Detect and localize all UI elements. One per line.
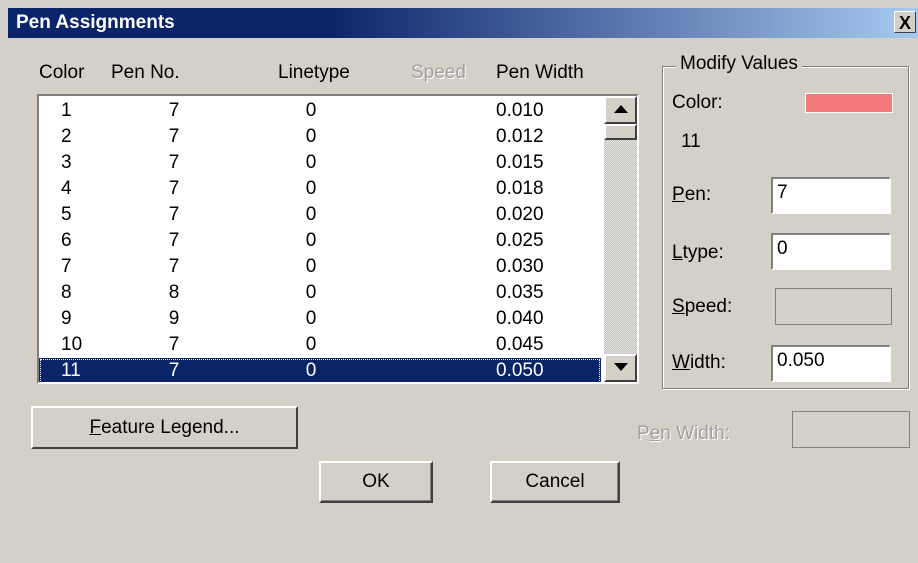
row-linetype-cell: 0: [305, 230, 317, 251]
row-color-cell: 8: [61, 282, 72, 303]
table-row[interactable]: 2 7 0 0.012: [39, 124, 601, 150]
pen-width-label: Pen Width:: [637, 423, 730, 444]
table-row[interactable]: 4 7 0 0.018: [39, 176, 601, 202]
row-linetype-cell: 0: [305, 178, 317, 199]
table-row[interactable]: 7 7 0 0.030: [39, 254, 601, 280]
row-linetype-cell: 0: [305, 256, 317, 277]
row-width-cell: 0.050: [496, 360, 544, 381]
row-width-cell: 0.018: [496, 178, 544, 199]
table-row[interactable]: 8 8 0 0.035: [39, 280, 601, 306]
table-row[interactable]: 6 7 0 0.025: [39, 228, 601, 254]
ok-button[interactable]: OK: [319, 461, 433, 503]
row-linetype-cell: 0: [305, 100, 317, 121]
row-width-cell: 0.020: [496, 204, 544, 225]
row-color-cell: 11: [61, 360, 81, 381]
row-color-cell: 4: [61, 178, 72, 199]
row-pen-cell: 7: [168, 334, 180, 355]
scroll-up-button[interactable]: [604, 96, 637, 124]
row-color-cell: 2: [61, 126, 72, 147]
row-pen-cell: 7: [168, 100, 180, 121]
row-color-cell: 1: [61, 100, 72, 121]
column-header-color: Color: [39, 62, 85, 83]
modify-values-label: Modify Values: [676, 53, 802, 75]
row-width-cell: 0.025: [496, 230, 544, 251]
row-width-cell: 0.012: [496, 126, 544, 147]
color-swatch: [805, 93, 893, 113]
pen-width-field: [792, 411, 910, 448]
column-header-pen-no: Pen No.: [111, 62, 180, 83]
window-title: Pen Assignments: [16, 12, 175, 33]
vertical-scrollbar[interactable]: [604, 96, 637, 382]
table-row[interactable]: 3 7 0 0.015: [39, 150, 601, 176]
column-header-pen-width: Pen Width: [496, 62, 584, 83]
row-color-cell: 10: [61, 334, 83, 355]
row-color-cell: 3: [61, 152, 72, 173]
row-linetype-cell: 0: [305, 126, 317, 147]
row-linetype-cell: 0: [305, 334, 317, 355]
color-value: 11: [681, 131, 701, 152]
table-row[interactable]: 1 7 0 0.010: [39, 98, 601, 124]
row-linetype-cell: 0: [305, 152, 317, 173]
row-color-cell: 7: [61, 256, 72, 277]
row-width-cell: 0.035: [496, 282, 544, 303]
row-pen-cell: 7: [168, 204, 180, 225]
arrow-up-icon: [613, 105, 628, 113]
row-pen-cell: 7: [168, 256, 180, 277]
modify-values-group: [662, 66, 909, 389]
scroll-down-button[interactable]: [604, 354, 637, 382]
row-pen-cell: 8: [168, 282, 180, 303]
column-header-linetype: Linetype: [278, 62, 350, 83]
ltype-label: Ltype:: [672, 242, 724, 263]
pen-label: Pen:: [672, 184, 712, 205]
pen-field[interactable]: 7: [771, 177, 891, 214]
width-label: Width:: [672, 352, 726, 373]
row-width-cell: 0.015: [496, 152, 544, 173]
title-bar[interactable]: Pen Assignments X: [8, 8, 918, 38]
row-linetype-cell: 0: [305, 360, 317, 381]
width-field[interactable]: 0.050: [771, 345, 891, 382]
row-pen-cell: 7: [168, 360, 180, 381]
column-header-speed: Speed: [411, 62, 466, 83]
row-pen-cell: 7: [168, 126, 180, 147]
pen-list[interactable]: 1 7 0 0.010 2 7 0 0.012 3 7 0 0.015 4 7 0 0.018 5 7 0 0.020…: [37, 94, 639, 384]
cancel-button[interactable]: Cancel: [490, 461, 620, 503]
pen-assignments-dialog: Pen Assignments X Color Pen No. Linetype…: [0, 0, 918, 563]
ltype-field[interactable]: 0: [771, 233, 891, 270]
speed-field: [775, 288, 892, 325]
table-row[interactable]: 11 7 0 0.050: [39, 358, 601, 382]
scroll-thumb[interactable]: [604, 124, 637, 140]
speed-label: Speed:: [672, 296, 733, 317]
row-width-cell: 0.030: [496, 256, 544, 277]
table-row[interactable]: 10 7 0 0.045: [39, 332, 601, 358]
feature-legend-button[interactable]: Feature Legend...: [31, 406, 298, 449]
row-width-cell: 0.040: [496, 308, 544, 329]
close-button[interactable]: X: [894, 11, 916, 33]
row-pen-cell: 7: [168, 178, 180, 199]
table-row[interactable]: 9 9 0 0.040: [39, 306, 601, 332]
row-color-cell: 6: [61, 230, 72, 251]
row-pen-cell: 7: [168, 230, 180, 251]
table-row[interactable]: 5 7 0 0.020: [39, 202, 601, 228]
row-width-cell: 0.045: [496, 334, 544, 355]
row-pen-cell: 7: [168, 152, 180, 173]
row-color-cell: 9: [61, 308, 72, 329]
row-width-cell: 0.010: [496, 100, 544, 121]
color-label: Color:: [672, 92, 723, 113]
row-linetype-cell: 0: [305, 282, 317, 303]
row-color-cell: 5: [61, 204, 72, 225]
row-pen-cell: 9: [168, 308, 180, 329]
arrow-down-icon: [613, 363, 628, 371]
row-linetype-cell: 0: [305, 204, 317, 225]
row-linetype-cell: 0: [305, 308, 317, 329]
